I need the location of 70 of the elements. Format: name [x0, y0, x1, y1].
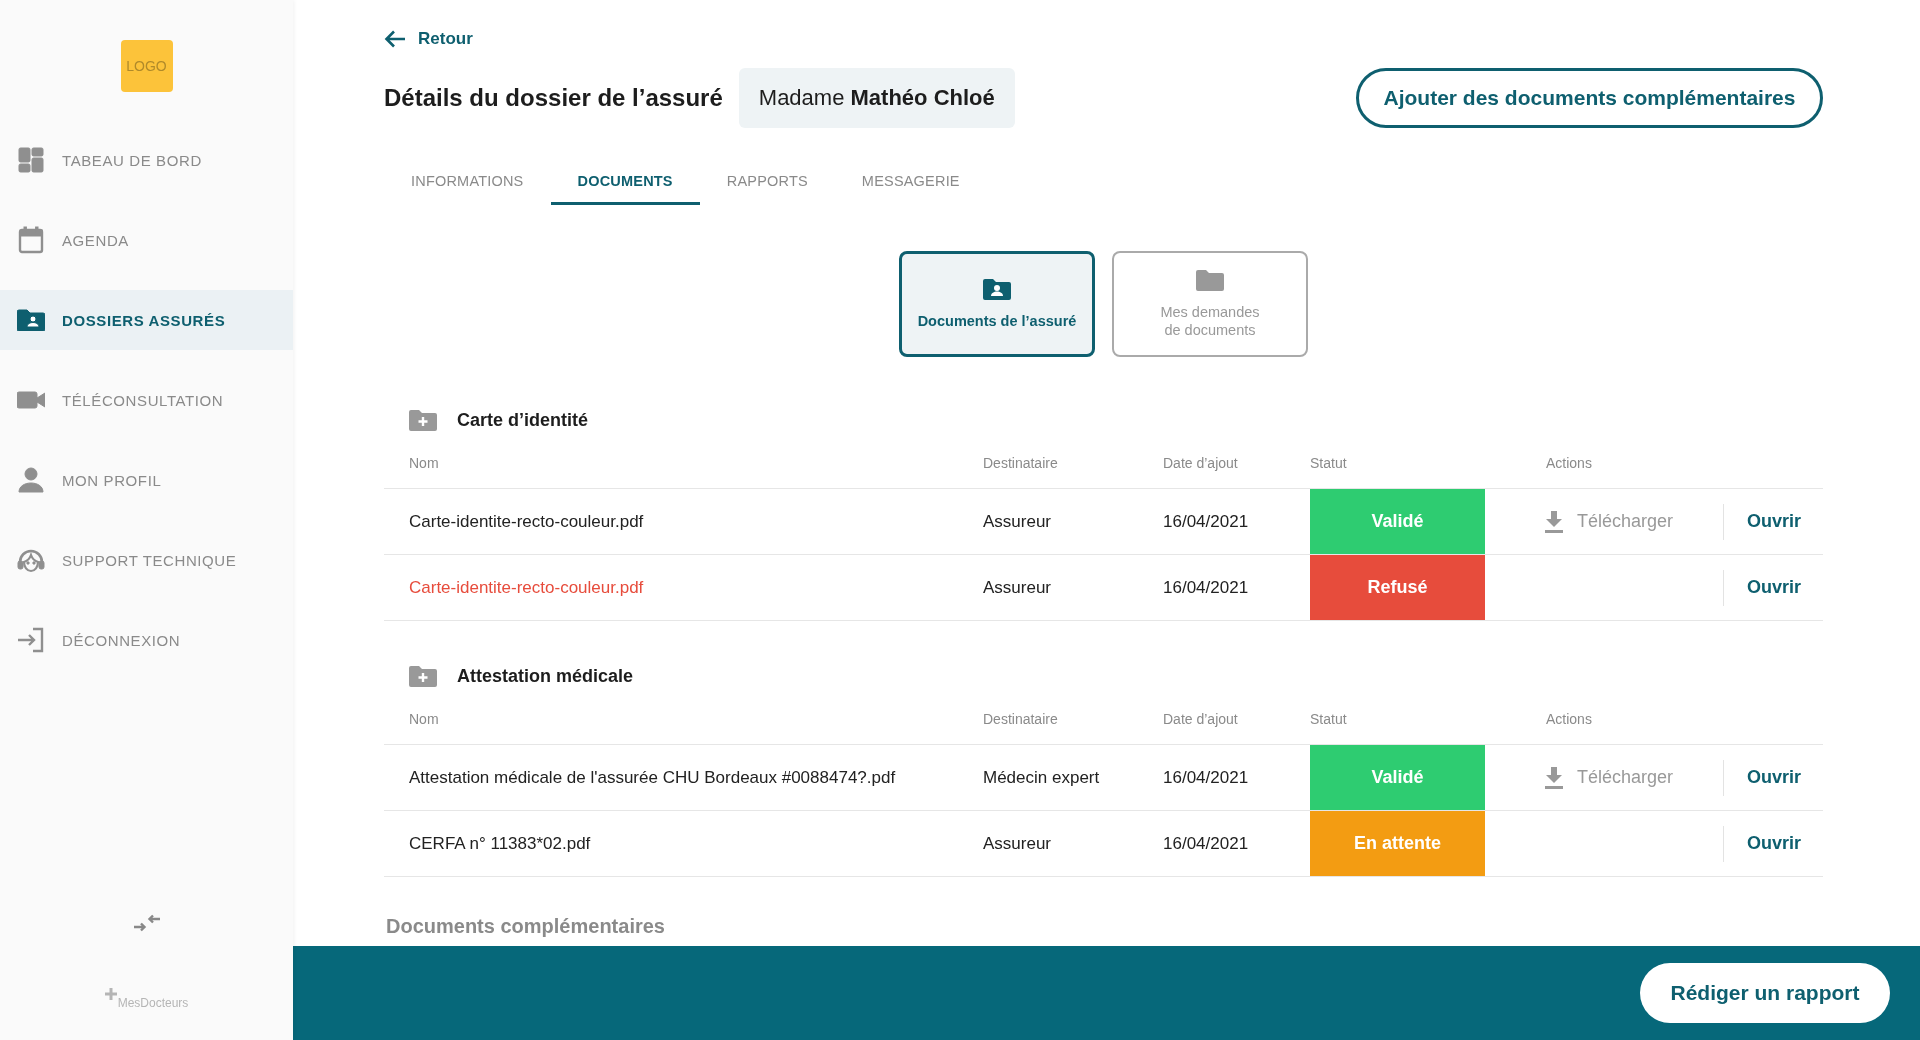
- file-name: CERFA n° 11383*02.pdf: [409, 833, 591, 854]
- status-cell: Validé: [1310, 489, 1485, 554]
- section-title: Attestation médicale: [457, 665, 634, 687]
- page-title: Détails du dossier de l’assuré: [384, 84, 723, 112]
- nav-item[interactable]: DÉCONNEXION: [0, 610, 293, 670]
- column-header: Nom: [409, 454, 439, 471]
- open-link[interactable]: Ouvrir: [1746, 577, 1801, 598]
- column-header: Destinataire: [983, 454, 1058, 471]
- table-cell: 16/04/2021: [1163, 833, 1249, 854]
- folder-person-icon: [983, 277, 1011, 300]
- open-link[interactable]: Ouvrir: [1746, 511, 1801, 532]
- download-button[interactable]: Télécharger: [1545, 766, 1723, 789]
- status-cell: Validé: [1310, 745, 1485, 810]
- table-cell: Assureur: [983, 511, 1052, 532]
- column-header: Statut: [1310, 710, 1347, 727]
- status-cell: En attente: [1310, 811, 1485, 876]
- add-documents-button[interactable]: Ajouter des documents complémentaires: [1356, 68, 1823, 128]
- tab[interactable]: DOCUMENTS: [550, 159, 700, 205]
- folder-add-icon: [409, 409, 437, 431]
- folder-add-icon: [409, 665, 437, 687]
- column-header: Date d’ajout: [1163, 710, 1238, 727]
- insured-name: Madame Mathéo Chloé: [758, 85, 995, 111]
- tab[interactable]: RAPPORTS: [699, 159, 835, 205]
- table-cell: Assureur: [983, 833, 1052, 854]
- dashboard-icon: [16, 147, 46, 173]
- folder-icon: [1196, 268, 1224, 291]
- back-arrow-icon: [384, 30, 406, 48]
- video-camera-icon: [16, 390, 46, 410]
- download-icon: [1545, 510, 1563, 533]
- nav-item[interactable]: SUPPORT TECHNIQUE: [0, 530, 293, 590]
- logout-icon: [16, 627, 46, 653]
- table-cell: 16/04/2021: [1163, 767, 1249, 788]
- tab[interactable]: MESSAGERIE: [834, 159, 987, 205]
- file-name: Carte-identite-recto-couleur.pdf: [409, 577, 644, 598]
- collapse-arrows-icon[interactable]: [132, 914, 161, 932]
- section-title: Carte d’identité: [457, 409, 589, 431]
- file-name: Carte-identite-recto-couleur.pdf: [409, 511, 644, 532]
- open-link[interactable]: Ouvrir: [1746, 767, 1801, 788]
- column-header: Actions: [1546, 454, 1592, 471]
- column-header: Statut: [1310, 454, 1347, 471]
- nav-item[interactable]: TÉLÉCONSULTATION: [0, 370, 293, 430]
- table-cell: 16/04/2021: [1163, 577, 1249, 598]
- column-header: Destinataire: [983, 710, 1058, 727]
- section-title: Documents complémentaires: [385, 915, 666, 939]
- calendar-icon: [16, 226, 46, 254]
- folder-person-icon: [16, 309, 46, 331]
- table-cell: Assureur: [983, 577, 1052, 598]
- table-cell: Médecin expert: [983, 767, 1100, 788]
- brand-logo: MesDocteurs: [117, 996, 189, 1010]
- open-link[interactable]: Ouvrir: [1746, 833, 1801, 854]
- download-button[interactable]: Télécharger: [1545, 510, 1723, 533]
- back-link[interactable]: Retour: [384, 24, 473, 54]
- logo: LOGO: [120, 40, 173, 92]
- nav-item[interactable]: TABEAU DE BORD: [0, 130, 293, 190]
- nav-item[interactable]: DOSSIERS ASSURÉS: [0, 290, 293, 350]
- plus-icon: [104, 988, 117, 1000]
- table-cell: 16/04/2021: [1163, 511, 1249, 532]
- download-icon: [1545, 766, 1563, 789]
- person-icon: [16, 467, 46, 493]
- column-header: Actions: [1546, 710, 1592, 727]
- write-report-button[interactable]: Rédiger un rapport: [1640, 963, 1890, 1023]
- status-cell: Refusé: [1310, 555, 1485, 620]
- column-header: Nom: [409, 710, 439, 727]
- document-category-card[interactable]: Documents de l’assuré: [899, 251, 1095, 357]
- column-header: Date d’ajout: [1163, 454, 1238, 471]
- nav-item[interactable]: MON PROFIL: [0, 450, 293, 510]
- file-name: Attestation médicale de l'assurée CHU Bordeaux #0088474?.pdf: [409, 767, 896, 788]
- document-category-card[interactable]: Mes demandes de documents: [1112, 251, 1308, 357]
- nav-item[interactable]: AGENDA: [0, 210, 293, 270]
- tab[interactable]: INFORMATIONS: [384, 159, 551, 205]
